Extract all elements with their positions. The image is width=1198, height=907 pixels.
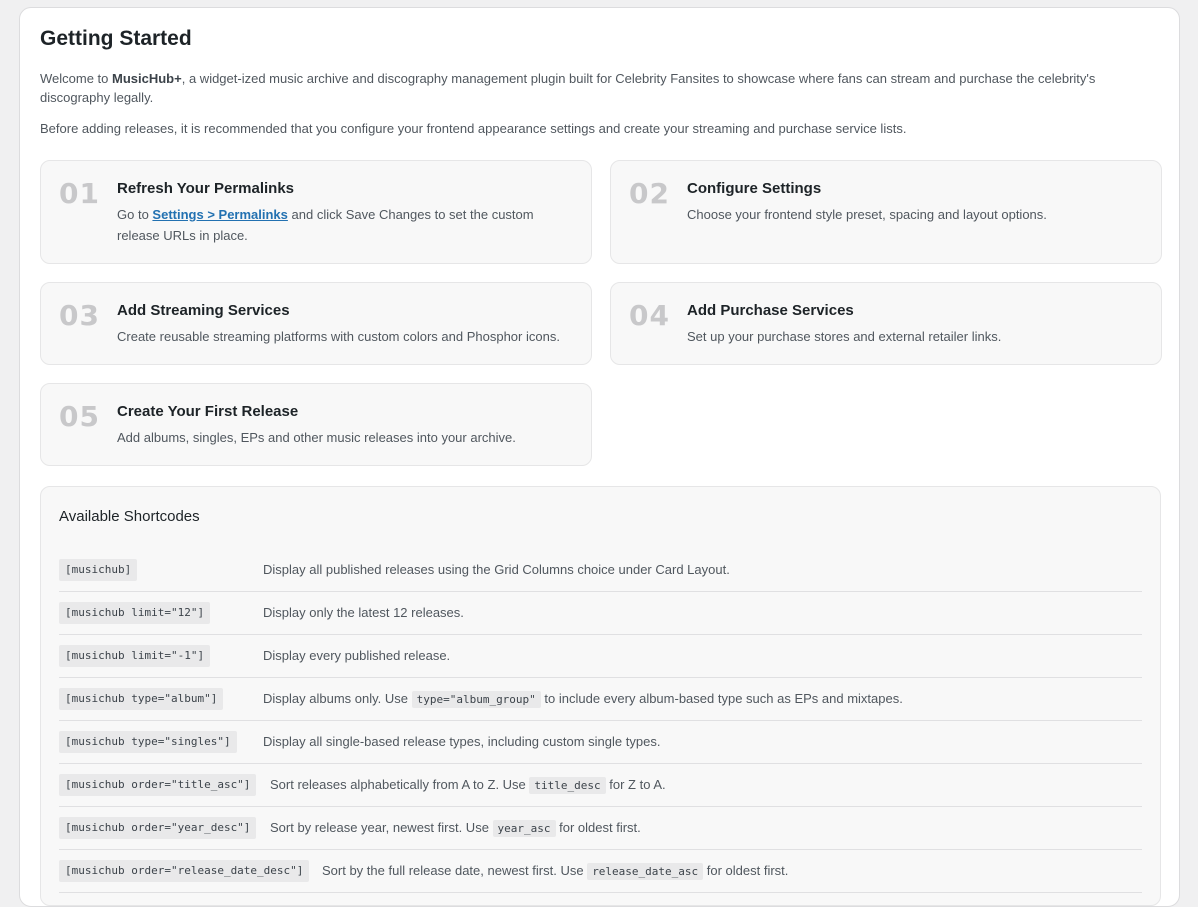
inline-code: year_asc: [492, 820, 556, 837]
intro-recommendation: Before adding releases, it is recommende…: [40, 121, 907, 136]
shortcode-code[interactable]: [musichub type="album"]: [59, 688, 224, 710]
page-title: Getting Started: [40, 27, 192, 50]
shortcode-row: [musichub type="album"] Display albums o…: [59, 678, 1142, 721]
step-title: Add Purchase Services: [687, 302, 854, 319]
shortcode-code[interactable]: [musichub limit="-1"]: [59, 645, 211, 667]
shortcodes-title: Available Shortcodes: [59, 508, 200, 525]
step-card-4: 04 Add Purchase Services Set up your pur…: [610, 282, 1162, 365]
step-description: Go to Settings > Permalinks and click Sa…: [117, 207, 534, 243]
shortcode-row: [musichub order="release_date_desc"] Sor…: [59, 850, 1142, 893]
step-card-1: 01 Refresh Your Permalinks Go to Setting…: [40, 160, 592, 264]
shortcode-code[interactable]: [musichub order="year_desc"]: [59, 817, 257, 839]
inline-code: title_desc: [529, 777, 606, 794]
shortcode-description: Sort by the full release date, newest fi…: [322, 863, 789, 880]
brand-name: MusicHub+: [112, 71, 182, 86]
step-description: Choose your frontend style preset, spaci…: [687, 207, 1047, 222]
step-description: Set up your purchase stores and external…: [687, 329, 1002, 344]
step-card-5: 05 Create Your First Release Add albums,…: [40, 383, 592, 466]
steps-grid: 01 Refresh Your Permalinks Go to Setting…: [40, 160, 1162, 466]
shortcode-description: Display all single-based release types, …: [263, 734, 661, 749]
step-number: 02: [629, 177, 670, 210]
step-number: 01: [59, 177, 100, 210]
shortcode-description: Sort by release year, newest first. Use …: [270, 820, 641, 837]
shortcodes-section: Available Shortcodes [musichub] Display …: [40, 486, 1161, 906]
shortcode-row: [musichub order="year_desc"] Sort by rel…: [59, 807, 1142, 850]
shortcode-code[interactable]: [musichub order="title_asc"]: [59, 774, 257, 796]
shortcode-description: Display every published release.: [263, 648, 451, 663]
shortcode-description: Sort releases alphabetically from A to Z…: [270, 777, 666, 794]
shortcode-row: [musichub] Display all published release…: [59, 549, 1142, 592]
shortcode-code[interactable]: [musichub]: [59, 559, 138, 581]
shortcode-code[interactable]: [musichub order="release_date_desc"]: [59, 860, 310, 882]
shortcode-description: Display albums only. Use type="album_gro…: [263, 691, 903, 708]
step-number: 05: [59, 400, 100, 433]
shortcode-code[interactable]: [musichub limit="12"]: [59, 602, 211, 624]
shortcode-row: [musichub order="title_asc"] Sort releas…: [59, 764, 1142, 807]
step-title: Configure Settings: [687, 180, 822, 197]
shortcode-code[interactable]: [musichub type="singles"]: [59, 731, 237, 753]
inline-code: type="album_group": [411, 691, 541, 708]
step-description: Add albums, singles, EPs and other music…: [117, 430, 516, 445]
step-title: Create Your First Release: [117, 403, 299, 420]
step-card-3: 03 Add Streaming Services Create reusabl…: [40, 282, 592, 365]
shortcode-row: [musichub limit="-1"] Display every publ…: [59, 635, 1142, 678]
permalinks-link[interactable]: Settings > Permalinks: [152, 207, 287, 222]
shortcode-row: [musichub type="singles"] Display all si…: [59, 721, 1142, 764]
step-number: 04: [629, 299, 670, 332]
inline-code: release_date_asc: [587, 863, 704, 880]
shortcode-row: [musichub limit="12"] Display only the l…: [59, 592, 1142, 635]
shortcode-description: Display only the latest 12 releases.: [263, 605, 464, 620]
intro-text: Welcome to MusicHub+, a widget-ized musi…: [40, 71, 1096, 105]
shortcode-description: Display all published releases using the…: [263, 562, 730, 577]
step-description: Create reusable streaming platforms with…: [117, 329, 560, 344]
step-number: 03: [59, 299, 100, 332]
step-title: Add Streaming Services: [117, 302, 290, 319]
shortcodes-list: [musichub] Display all published release…: [59, 549, 1142, 893]
step-title: Refresh Your Permalinks: [117, 180, 295, 197]
step-card-2: 02 Configure Settings Choose your fronte…: [610, 160, 1162, 264]
getting-started-panel: Getting Started Welcome to MusicHub+, a …: [19, 7, 1180, 907]
